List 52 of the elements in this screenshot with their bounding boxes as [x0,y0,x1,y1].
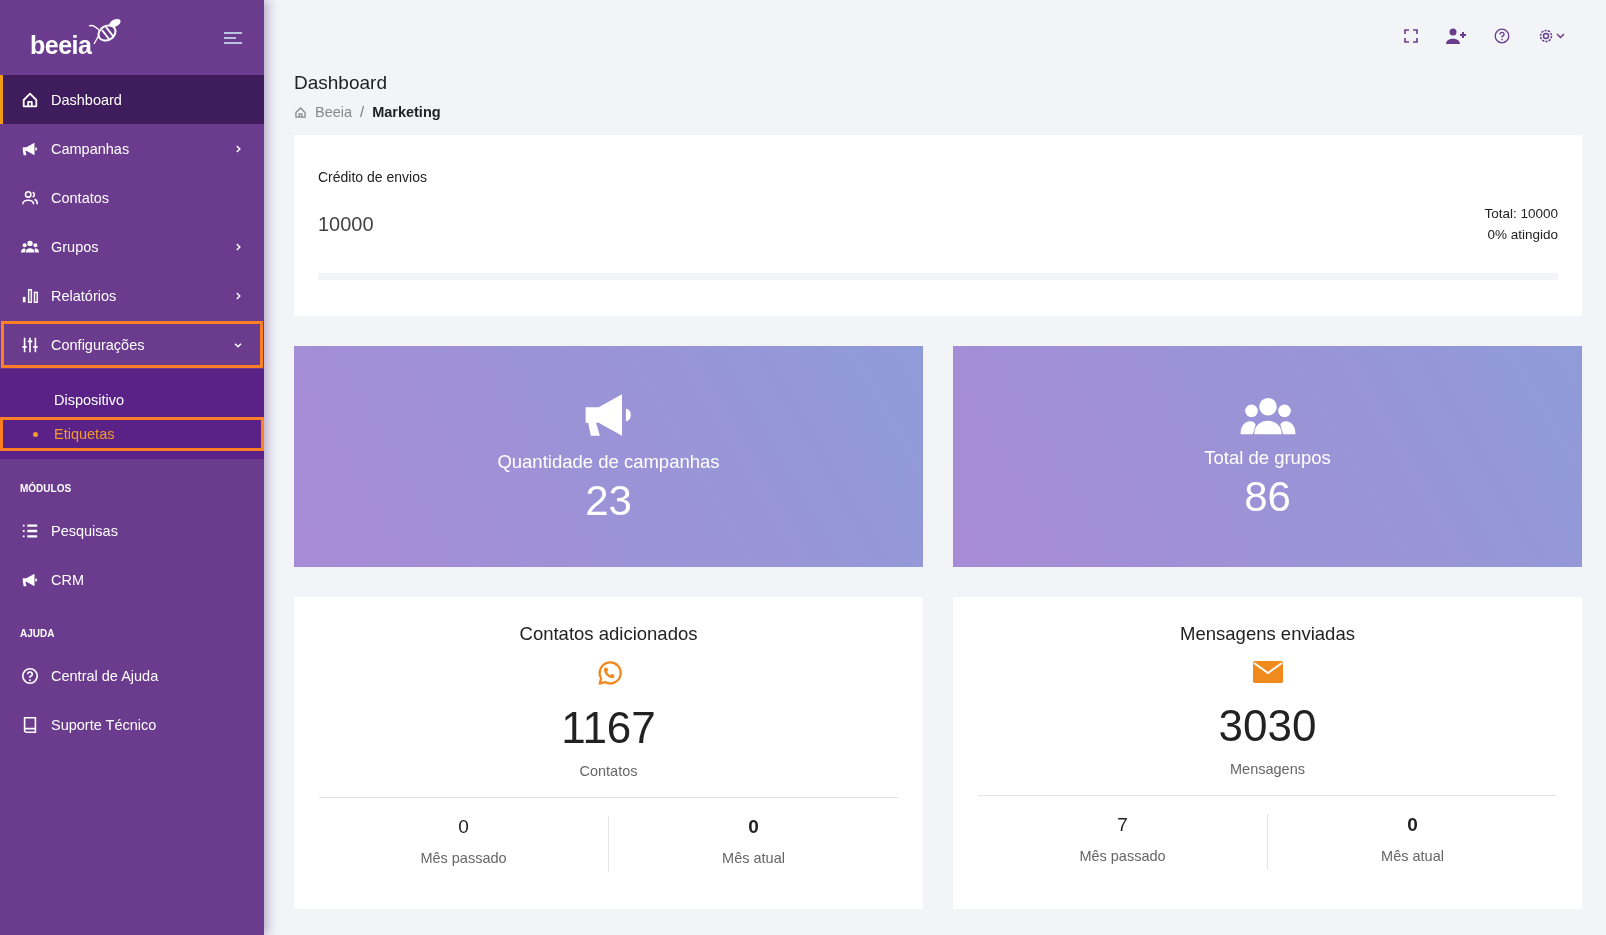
breakdown-value: 7 [1117,814,1128,836]
sidebar-item[interactable]: Contatos [0,173,264,222]
card-title: Total de grupos [1204,446,1331,469]
sidebar-item[interactable]: Dashboard [0,75,264,124]
stat-value: 1167 [561,703,656,753]
sidebar-item[interactable]: Pesquisas [0,506,264,555]
sidebar-item[interactable]: Grupos [0,222,264,271]
breakdown-value: 0 [458,816,469,838]
sidebar-item[interactable]: Central de Ajuda [0,651,264,700]
book-icon [21,715,39,734]
stat-unit: Mensagens [1230,761,1305,777]
breakdown-label: Mês passado [420,850,507,866]
card-title: Quantidade de campanhas [497,450,720,473]
breakdown-value: 0 [748,816,759,838]
stat-value: 3030 [1218,701,1317,751]
sidebar-item[interactable]: Campanhas [0,124,264,173]
card-value: 23 [585,476,632,525]
help-icon[interactable] [1492,26,1512,46]
bar-chart-icon [21,286,39,305]
sidebar-item[interactable]: Suporte Técnico [0,700,264,749]
breadcrumb-link[interactable]: Marketing [372,104,441,120]
list-icon [21,521,39,540]
credit-total: Total: 10000 [1484,205,1558,223]
progress-text: 0% atingido [1486,226,1558,244]
page-title: Dashboard [294,72,388,94]
home-icon [294,105,307,119]
help-icon [21,666,39,685]
submenu-item[interactable]: Dispositivo [0,383,264,417]
sliders-icon [21,335,39,354]
fullscreen-icon[interactable] [1402,27,1420,45]
home-icon [21,90,39,109]
section-heading: AJUDA [19,627,56,641]
breakdown-value: 0 [1407,814,1418,836]
card-title: Crédito de envios [318,169,428,185]
card-value: 86 [1244,472,1291,521]
sidebar-item[interactable]: CRM [0,555,264,604]
card-title: Mensagens enviadas [1180,623,1355,645]
breakdown-label: Mês atual [1381,848,1444,864]
submenu-item[interactable]: Etiquetas [0,417,264,451]
users-icon [21,188,39,207]
sidebar-item[interactable]: Configurações [0,320,264,369]
add-user-icon[interactable] [1444,26,1468,46]
breakdown-label: Mês passado [1079,848,1166,864]
stat-unit: Contatos [579,763,638,779]
section-heading: MÓDULOS [19,481,73,496]
envelope-icon [1251,659,1284,685]
credit-value: 10000 [318,212,375,236]
breakdown-label: Mês atual [722,850,785,866]
logo-text: beeia [30,30,92,60]
card-title: Contatos adicionados [519,623,698,645]
breadcrumb-separator: / [360,104,365,120]
sidebar-item[interactable]: Relatórios [0,271,264,320]
